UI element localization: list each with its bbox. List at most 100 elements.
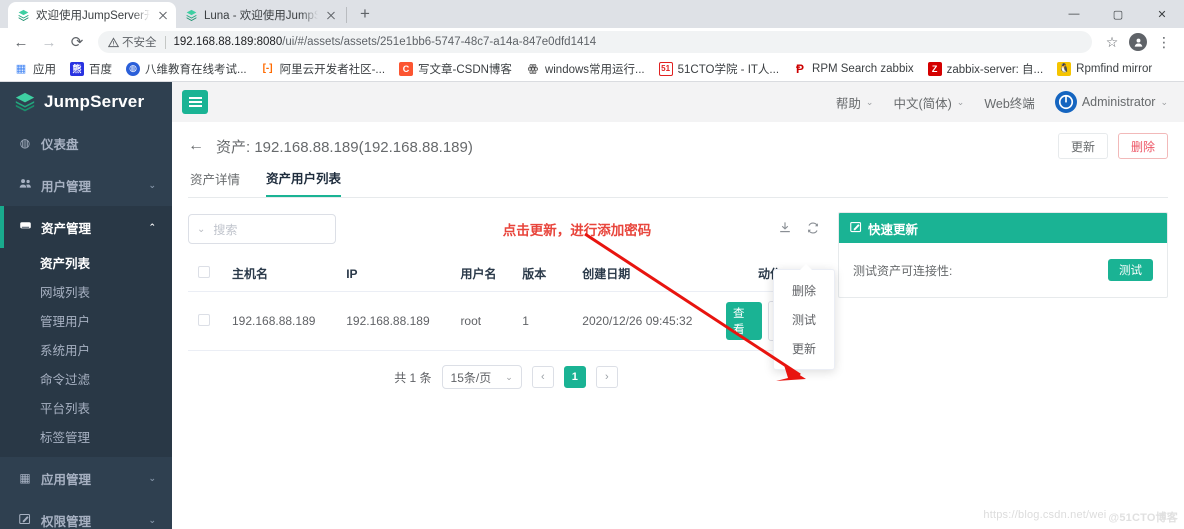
- sidebar-item-dashboard[interactable]: ◍ 仪表盘: [0, 122, 172, 164]
- web-terminal-link[interactable]: Web终端: [984, 93, 1034, 112]
- sidebar-item-system-user[interactable]: 系统用户: [0, 335, 172, 364]
- chevron-up-icon: ⌃: [148, 221, 156, 232]
- bookmark-label: RPM Search zabbix: [812, 62, 914, 75]
- dropdown-item-update[interactable]: 更新: [774, 334, 834, 363]
- delete-button[interactable]: 删除: [1117, 133, 1168, 159]
- script-icon: ꙮ: [527, 63, 539, 75]
- bookmark-label: 51CTO学院 - IT人...: [677, 63, 780, 76]
- hamburger-icon[interactable]: [182, 90, 208, 114]
- language-menu[interactable]: 中文(简体) ⌄: [893, 93, 964, 112]
- page-size-select[interactable]: 15条/页 ⌄: [441, 365, 522, 389]
- sidebar-item-asset-list[interactable]: 资产列表: [0, 248, 172, 277]
- avatar: [1129, 33, 1147, 51]
- dropdown-item-delete[interactable]: 删除: [774, 276, 834, 305]
- edit-icon: [850, 221, 862, 236]
- refresh-icon[interactable]: [806, 221, 820, 238]
- table-body: 192.168.88.189 192.168.88.189 root 1 202…: [188, 291, 824, 351]
- bookmark-star-icon[interactable]: ☆: [1100, 30, 1124, 54]
- test-button[interactable]: 测试: [1108, 259, 1153, 281]
- cell-ip: 192.168.88.189: [336, 291, 451, 351]
- bookmark-apps[interactable]: ▦ 应用: [8, 59, 62, 79]
- table-row[interactable]: 192.168.88.189 192.168.88.189 root 1 202…: [188, 291, 824, 351]
- bookmark-label: zabbix-server: 自...: [946, 63, 1044, 76]
- bookmark-zabbix-server[interactable]: Z zabbix-server: 自...: [922, 59, 1050, 79]
- browser-tab-2[interactable]: Luna - 欢迎使用JumpServer开源: [176, 2, 344, 28]
- close-icon[interactable]: [324, 8, 338, 22]
- page-button-1[interactable]: 1: [563, 366, 586, 388]
- prev-page-button[interactable]: ‹: [531, 366, 554, 388]
- 51cto-icon: 51: [658, 61, 673, 76]
- sidebar-item-permission-management[interactable]: 权限管理 ⌄: [0, 499, 172, 529]
- next-page-button[interactable]: ›: [595, 366, 618, 388]
- profile-avatar-icon[interactable]: [1126, 30, 1150, 54]
- tab-asset-detail[interactable]: 资产详情: [190, 166, 240, 197]
- bookmarks-bar: ▦ 应用 熊 百度 ◍ 八维教育在线考试... [-] 阿里云开发者社区-...…: [0, 56, 1184, 82]
- maximize-icon[interactable]: ▢: [1096, 0, 1140, 28]
- search-input[interactable]: ⌄ 搜索: [188, 214, 336, 244]
- cell-hostname: 192.168.88.189: [222, 291, 337, 351]
- assets-icon: [18, 219, 32, 235]
- app-topbar: 帮助 ⌄ 中文(简体) ⌄ Web终端 Administrator ⌄: [172, 82, 1184, 122]
- bookmark-aliyun[interactable]: [-] 阿里云开发者社区-...: [255, 59, 391, 79]
- sidebar-item-label-management[interactable]: 标签管理: [0, 422, 172, 451]
- window-close-icon[interactable]: ✕: [1140, 0, 1184, 28]
- table-header-row: 主机名 IP 用户名 版本 创建日期 动作: [188, 256, 824, 292]
- more-dropdown-menu: 删除 测试 更新: [773, 264, 835, 370]
- jumpserver-logo: [14, 91, 36, 113]
- not-secure-icon[interactable]: 不安全: [108, 34, 157, 50]
- chevron-down-icon: ⌄: [148, 179, 156, 190]
- page-header: ← 资产: 192.168.88.189(192.168.88.189) 更新 …: [188, 122, 1168, 166]
- sidebar-item-label: 权限管理: [41, 514, 92, 529]
- column-ip: IP: [336, 256, 451, 292]
- sidebar-item-admin-user[interactable]: 管理用户: [0, 306, 172, 335]
- sidebar-item-label: 仪表盘: [41, 137, 79, 152]
- browser-tab-1-title: 欢迎使用JumpServer开源堡垒机: [36, 10, 150, 22]
- back-icon[interactable]: ←: [8, 29, 34, 55]
- dashboard-icon: ◍: [19, 136, 31, 150]
- help-label: 帮助: [835, 96, 861, 111]
- cell-created: 2020/12/26 09:45:32: [572, 291, 716, 351]
- watermark: https://blog.csdn.net/wei @51CTO博客: [983, 509, 1178, 525]
- view-button[interactable]: 查看: [726, 302, 762, 340]
- download-icon[interactable]: [778, 221, 792, 238]
- browser-tab-1[interactable]: 欢迎使用JumpServer开源堡垒机: [8, 2, 176, 28]
- bookmark-bawei[interactable]: ◍ 八维教育在线考试...: [120, 59, 253, 79]
- dropdown-item-test[interactable]: 测试: [774, 305, 834, 334]
- sidebar-item-domain-list[interactable]: 网域列表: [0, 277, 172, 306]
- apps-icon: ▦: [19, 471, 31, 485]
- bookmark-csdn[interactable]: C 写文章-CSDN博客: [393, 59, 518, 79]
- chevron-down-icon[interactable]: ⌄: [197, 224, 205, 235]
- address-bar[interactable]: 不安全 192.168.88.189:8080/ui/#/assets/asse…: [98, 31, 1092, 53]
- row-checkbox[interactable]: [198, 313, 210, 326]
- content-body: ⌄ 搜索 点击更新，进行添加密码 主机名 IP 用户名 版本 创建日期 动作 1…: [188, 198, 1168, 395]
- new-tab-button[interactable]: +: [352, 1, 378, 27]
- page-title: 资产: 192.168.88.189(192.168.88.189): [216, 138, 473, 156]
- chevron-down-icon: ⌄: [1160, 96, 1168, 107]
- forward-icon[interactable]: →: [36, 29, 62, 55]
- bookmark-baidu[interactable]: 熊 百度: [64, 59, 118, 79]
- bookmark-51cto[interactable]: 51 51CTO学院 - IT人...: [653, 59, 785, 79]
- column-version: 版本: [512, 256, 573, 292]
- chevron-down-icon: ⌄: [865, 96, 874, 107]
- browser-menu-icon[interactable]: ⋮: [1152, 30, 1176, 54]
- minimize-icon[interactable]: —: [1052, 0, 1096, 28]
- back-arrow-icon[interactable]: ←: [188, 137, 204, 155]
- sidebar-item-asset-management[interactable]: 资产管理 ⌃: [0, 206, 172, 248]
- user-menu[interactable]: Administrator ⌄: [1054, 91, 1168, 113]
- bookmark-rpm-search[interactable]: Ᵽ RPM Search zabbix: [787, 60, 920, 78]
- tab-asset-user-list[interactable]: 资产用户列表: [266, 166, 342, 197]
- brand[interactable]: JumpServer: [0, 82, 172, 122]
- sidebar-item-platform-list[interactable]: 平台列表: [0, 393, 172, 422]
- bookmark-windows-run[interactable]: ꙮ windows常用运行...: [520, 59, 651, 79]
- url-host: 192.168.88.189:8080: [173, 36, 283, 48]
- bookmark-rpmfind[interactable]: 🐧 Rpmfind mirror: [1051, 60, 1158, 78]
- url-text: 192.168.88.189:8080/ui/#/assets/assets/2…: [174, 36, 597, 48]
- sidebar-item-command-filter[interactable]: 命令过滤: [0, 364, 172, 393]
- close-icon[interactable]: [156, 8, 170, 22]
- update-button[interactable]: 更新: [1057, 133, 1108, 159]
- sidebar-item-user-management[interactable]: 用户管理 ⌄: [0, 164, 172, 206]
- select-all-checkbox[interactable]: [198, 266, 210, 278]
- reload-icon[interactable]: ⟳: [64, 29, 90, 55]
- help-menu[interactable]: 帮助 ⌄: [836, 93, 874, 112]
- sidebar-item-app-management[interactable]: ▦ 应用管理 ⌄: [0, 457, 172, 499]
